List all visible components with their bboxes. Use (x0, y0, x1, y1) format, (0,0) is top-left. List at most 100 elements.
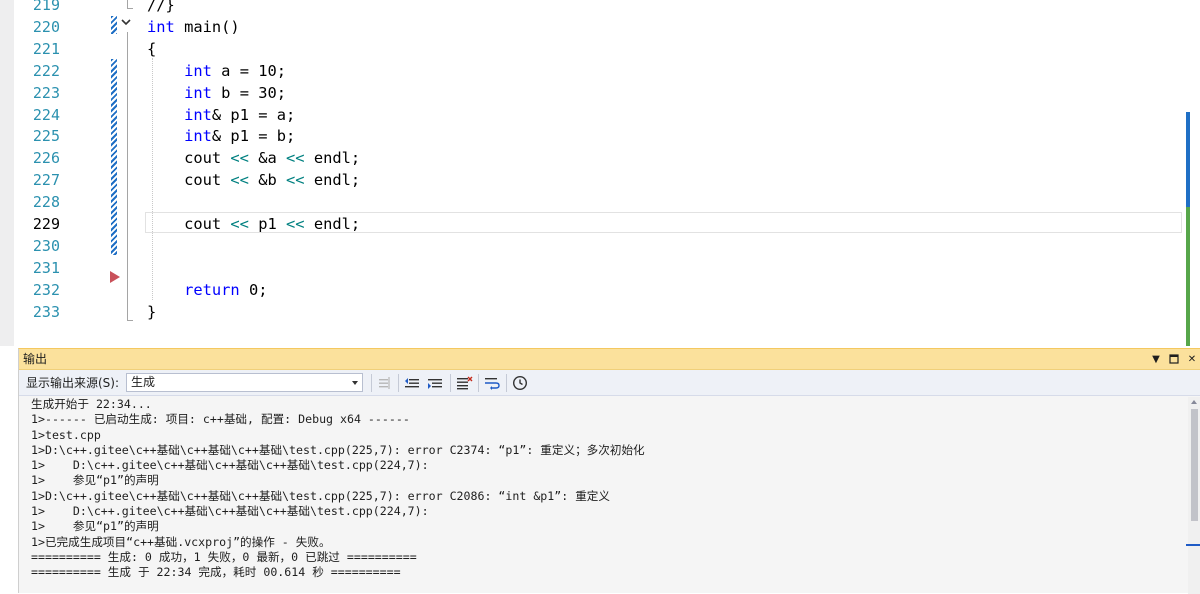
code-line[interactable]: 229 cout << p1 << endl; (0, 213, 1200, 235)
output-text[interactable]: 生成开始于 22:34... 1>------ 已启动生成: 项目: c++基础… (31, 397, 1181, 593)
keyword-token: int (184, 127, 212, 146)
toolbar-separator (371, 374, 372, 392)
code-token: main() (174, 17, 240, 36)
code-editor[interactable]: 219//} 220 int main() 221{222 int a = 10; 22… (0, 0, 1200, 346)
line-number: 225 (32, 127, 60, 146)
line-number: 224 (32, 105, 60, 124)
next-message-icon[interactable] (426, 374, 444, 392)
line-number: 221 (32, 39, 60, 58)
line-number: 223 (32, 83, 60, 102)
line-number: 233 (32, 302, 60, 321)
line-number: 220 (32, 17, 60, 36)
output-source-label: 显示输出来源(S): (26, 376, 120, 390)
operator-token: << (230, 215, 249, 233)
code-line[interactable]: 232 return 0; (0, 279, 1200, 301)
code-token: } (147, 302, 157, 321)
scrollbar-saved-marker (1186, 207, 1190, 346)
code-token: a = 10; (211, 61, 287, 80)
chevron-down-icon (352, 381, 358, 385)
output-vertical-scrollbar[interactable] (1188, 397, 1200, 594)
code-text[interactable]: } (147, 301, 156, 323)
code-line[interactable]: 228 (0, 191, 1200, 213)
code-token: endl; (304, 149, 361, 168)
code-line[interactable]: 233} (0, 301, 1200, 323)
line-number: 226 (32, 149, 60, 168)
output-panel: 输出 ▼ ✕ 显示输出来源(S): 生成 生成开始于 22:34... 1>--… (18, 348, 1200, 594)
code-line[interactable]: 223 int b = 30; (0, 82, 1200, 104)
code-text[interactable]: int main() (147, 16, 240, 38)
toolbar-separator (398, 374, 399, 392)
maximize-icon[interactable] (1168, 349, 1180, 370)
code-token: b = 30; (211, 83, 287, 102)
close-icon[interactable]: ✕ (1186, 349, 1198, 370)
code-text[interactable]: return 0; (147, 279, 268, 301)
code-token: endl; (304, 171, 361, 190)
scrollbar-position-marker (1186, 544, 1200, 546)
code-token: endl; (304, 215, 361, 233)
code-text[interactable]: int& p1 = a; (147, 104, 295, 126)
operator-token: << (286, 215, 305, 233)
toolbar-separator (506, 374, 507, 392)
output-panel-title-bar[interactable]: 输出 ▼ ✕ (19, 349, 1200, 370)
keyword-token: return (184, 280, 240, 299)
code-line[interactable]: 226 cout << &a << endl; (0, 147, 1200, 169)
code-text[interactable]: cout << &b << endl; (147, 169, 360, 191)
code-text[interactable]: int& p1 = b; (147, 125, 295, 147)
code-line[interactable]: 222 int a = 10; (0, 60, 1200, 82)
code-line[interactable]: 230 (0, 235, 1200, 257)
window-menu-icon[interactable]: ▼ (1150, 349, 1162, 370)
line-number: 222 (32, 61, 60, 80)
clear-all-icon[interactable] (455, 374, 473, 392)
code-text[interactable]: cout << &a << endl; (147, 147, 360, 169)
keyword-token: int (147, 17, 175, 36)
line-number: 219 (32, 0, 60, 14)
code-token: cout (147, 149, 231, 168)
keyword-token: int (184, 83, 212, 102)
scrollbar-thumb[interactable] (1191, 409, 1198, 521)
code-text[interactable]: int b = 30; (147, 82, 286, 104)
line-number: 231 (32, 258, 60, 277)
code-text[interactable]: { (147, 38, 156, 60)
line-number: 229 (32, 215, 60, 233)
line-number: 230 (32, 236, 60, 255)
code-token: { (147, 39, 157, 58)
toolbar-separator (450, 374, 451, 392)
operator-token: << (286, 149, 305, 168)
code-text[interactable]: cout << p1 << endl; (147, 213, 360, 235)
keyword-token: int (184, 61, 212, 80)
word-wrap-icon[interactable] (483, 374, 501, 392)
keyword-token: int (184, 105, 212, 124)
code-text[interactable]: int a = 10; (147, 60, 286, 82)
code-token: p1 (248, 215, 287, 233)
line-number: 227 (32, 171, 60, 190)
code-line[interactable]: 221 { (0, 38, 1200, 60)
code-token: &b (248, 171, 287, 190)
code-line[interactable]: 220 int main() (0, 16, 1200, 38)
line-number: 232 (32, 280, 60, 299)
toolbar-separator (478, 374, 479, 392)
show-timestamps-icon[interactable] (511, 374, 529, 392)
find-message-icon[interactable] (376, 374, 394, 392)
operator-token: << (230, 149, 249, 168)
scroll-up-arrow-icon[interactable] (1191, 400, 1197, 404)
code-token: &a (248, 149, 287, 168)
code-line[interactable]: 231 (0, 257, 1200, 279)
code-line[interactable]: 219 //} (0, 0, 1200, 16)
code-token: 0; (239, 280, 268, 299)
code-token: cout (147, 171, 231, 190)
prev-message-icon[interactable] (403, 374, 421, 392)
scrollbar-change-marker (1186, 112, 1190, 207)
output-panel-title: 输出 (23, 352, 48, 366)
code-line[interactable]: 224 int& p1 = a; (0, 104, 1200, 126)
output-toolbar: 显示输出来源(S): 生成 (19, 370, 1200, 396)
code-line[interactable]: 225 int& p1 = b; (0, 125, 1200, 147)
code-line[interactable]: 227 cout << &b << endl; (0, 169, 1200, 191)
code-text[interactable]: //} (147, 0, 175, 16)
code-token: //} (147, 0, 175, 14)
output-source-dropdown[interactable]: 生成 (126, 373, 363, 392)
